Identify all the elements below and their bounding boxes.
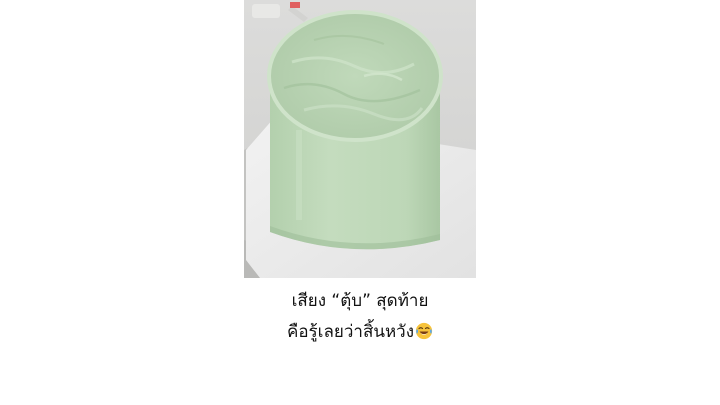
red-object: [290, 2, 300, 8]
caption: เสียง “ตุ้บ” สุดท้าย คือรู้เลยว่าสิ้นหวั…: [200, 286, 520, 348]
side-highlight: [296, 130, 302, 220]
cake-illustration: [244, 0, 476, 278]
caption-line-2-wrap: คือรู้เลยว่าสิ้นหวัง: [200, 317, 520, 348]
caption-line-2: คือรู้เลยว่าสิ้นหวัง: [286, 322, 415, 342]
caption-line-1: เสียง “ตุ้บ” สุดท้าย: [291, 291, 429, 311]
post-canvas: เสียง “ตุ้บ” สุดท้าย คือรู้เลยว่าสิ้นหวั…: [0, 0, 720, 405]
tool-top-left: [252, 4, 280, 18]
face-with-tears-of-joy-icon: [415, 322, 433, 340]
cake-photo: [244, 0, 476, 278]
